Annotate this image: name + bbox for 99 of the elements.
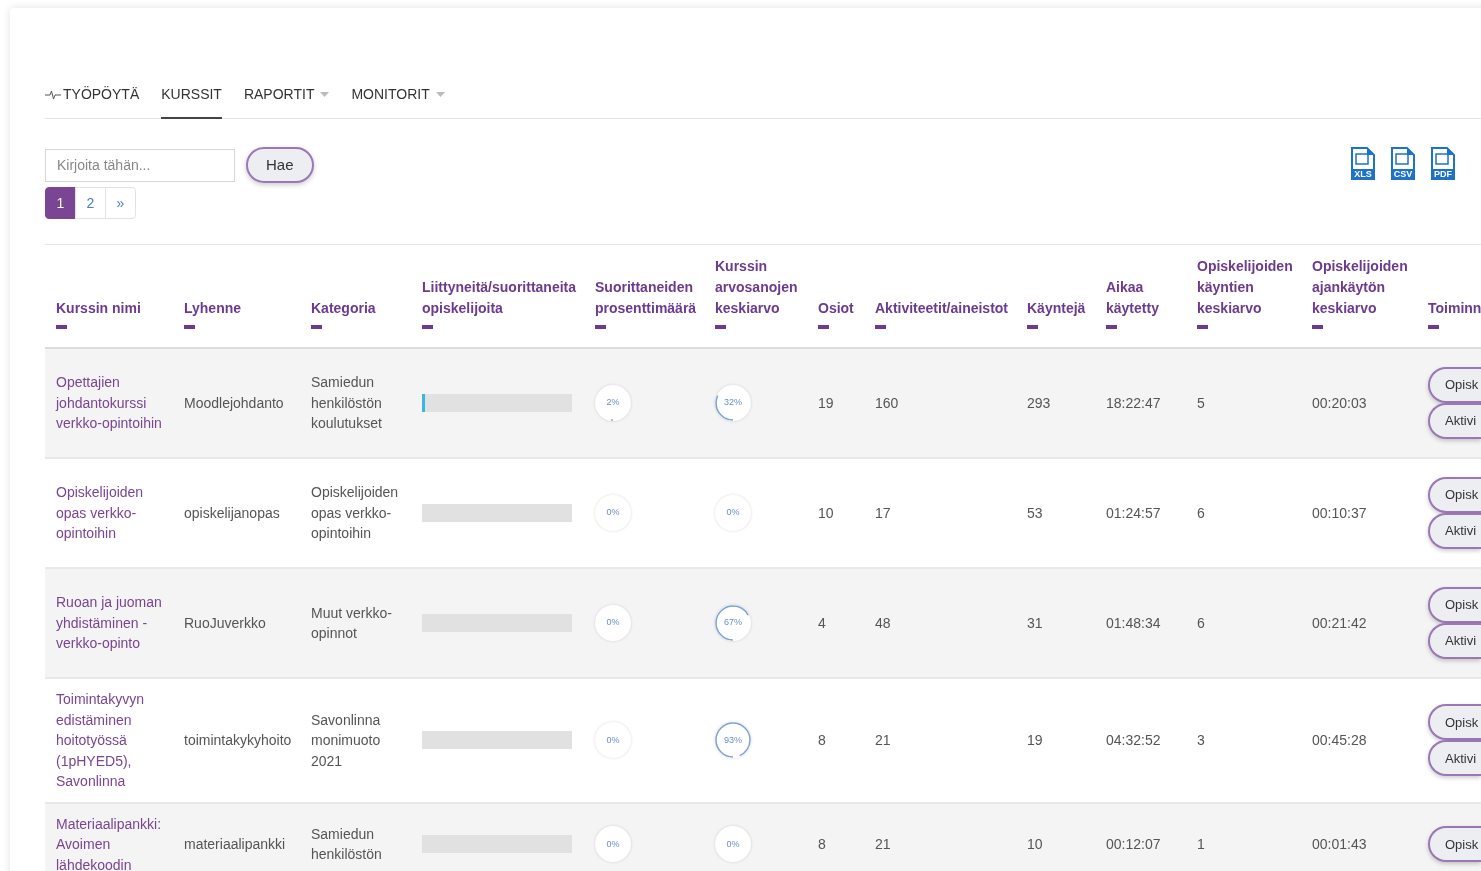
- table-cell-text: 1: [1197, 835, 1205, 854]
- course-link[interactable]: Materiaalipankki: Avoimen lähdekoodin: [56, 813, 167, 871]
- column-header[interactable]: Kurssin arvosanojen keskiarvo: [715, 256, 807, 319]
- column-header[interactable]: Opiskelijoiden käyntien keskiarvo: [1197, 256, 1301, 319]
- table-cell-text: Samiedun henkilöstön: [311, 824, 383, 865]
- sort-icon[interactable]: [422, 325, 433, 329]
- column-header[interactable]: Kurssin nimi: [56, 298, 173, 319]
- table-cell-text: opiskelijanopas: [184, 503, 280, 523]
- column-header[interactable]: Aikaa käytetty: [1106, 277, 1186, 319]
- file-export-icon[interactable]: XLS: [1350, 147, 1376, 181]
- table-cell-text: 3: [1197, 731, 1205, 750]
- column-header[interactable]: Aktiviteetit/aineistot: [875, 298, 1016, 319]
- progress-circle: 32%: [715, 385, 751, 421]
- sort-icon[interactable]: [875, 325, 886, 329]
- table-cell-text: 6: [1197, 613, 1205, 633]
- search-field[interactable]: Kirjoita tähän...: [45, 148, 235, 182]
- nav-tab[interactable]: TYÖPÖYTÄ: [45, 84, 140, 119]
- pulse-icon: [45, 88, 61, 101]
- column-header[interactable]: Opiskelijoiden ajankäytön keskiarvo: [1312, 256, 1417, 319]
- table-cell-text: 21: [875, 731, 891, 750]
- table-cell-text: 10: [1027, 835, 1043, 854]
- progress-circle: 2%: [595, 385, 631, 421]
- sort-icon[interactable]: [818, 325, 829, 329]
- table-cell-text: 5: [1197, 393, 1205, 413]
- table-cell-text: 8: [818, 835, 826, 854]
- sort-icon[interactable]: [1027, 325, 1038, 329]
- search-button[interactable]: Hae: [246, 147, 314, 183]
- table-cell-text: 00:45:28: [1312, 731, 1367, 750]
- table-cell-text: 4: [818, 613, 826, 633]
- sort-icon[interactable]: [1428, 325, 1439, 329]
- sort-icon[interactable]: [311, 325, 322, 329]
- table-cell-text: 18:22:47: [1106, 393, 1161, 413]
- table-cell-text: 19: [818, 393, 834, 413]
- action-button[interactable]: Aktivi: [1428, 513, 1481, 549]
- column-header[interactable]: Käyntejä: [1027, 298, 1095, 319]
- nav-tab[interactable]: KURSSIT: [161, 84, 222, 119]
- action-button[interactable]: Opisk: [1428, 826, 1481, 863]
- course-link[interactable]: Ruoan ja juoman yhdistäminen - verkko-opinto: [56, 592, 167, 654]
- nav-tab[interactable]: RAPORTIT: [243, 84, 330, 119]
- column-header[interactable]: Osiot: [818, 298, 864, 319]
- file-export-icon[interactable]: PDF: [1430, 147, 1456, 181]
- table-cell-text: 21: [875, 835, 891, 854]
- table-cell-text: 00:01:43: [1312, 835, 1367, 854]
- table-cell-text: RuoJuverkko: [184, 613, 266, 633]
- table-cell-text: 17: [875, 503, 891, 523]
- table-cell-text: 10: [818, 503, 834, 523]
- sort-icon[interactable]: [56, 325, 67, 329]
- page-button[interactable]: »: [105, 187, 136, 219]
- table-cell-text: 8: [818, 731, 826, 750]
- column-header[interactable]: Suorittaneiden prosenttimäärä: [595, 277, 704, 319]
- table-cell-text: 6: [1197, 503, 1205, 523]
- sort-icon[interactable]: [184, 325, 195, 329]
- table-cell-text: Moodlejohdanto: [184, 393, 284, 413]
- table-cell-text: 19: [1027, 731, 1043, 750]
- table-cell-text: 01:48:34: [1106, 613, 1161, 633]
- action-button[interactable]: Opisk: [1428, 477, 1481, 513]
- sort-icon[interactable]: [595, 325, 606, 329]
- column-header[interactable]: Liittyneitä/suorittaneita opiskelijoita: [422, 277, 584, 319]
- table-cell-text: Samiedun henkilöstön koulutukset: [311, 373, 383, 434]
- action-button[interactable]: Aktivi: [1428, 623, 1481, 659]
- table-cell-text: 00:12:07: [1106, 835, 1161, 854]
- table-cell-text: 31: [1027, 613, 1043, 633]
- caret-icon: [320, 92, 330, 97]
- nav-tab[interactable]: MONITORIT: [351, 84, 445, 119]
- table-cell-text: 53: [1027, 503, 1043, 523]
- action-button[interactable]: Aktivi: [1428, 403, 1481, 439]
- course-link[interactable]: Opettajien johdantokurssi verkko-opintoihin: [56, 372, 167, 434]
- table-cell-text: 01:24:57: [1106, 503, 1161, 523]
- table-cell-text: 04:32:52: [1106, 731, 1161, 750]
- sort-icon[interactable]: [1106, 325, 1117, 329]
- progress-circle: 93%: [715, 722, 751, 759]
- table-cell-text: 160: [875, 393, 899, 413]
- column-header[interactable]: Lyhenne: [184, 298, 300, 319]
- sort-icon[interactable]: [715, 325, 726, 329]
- table-cell-text: 00:21:42: [1312, 613, 1367, 633]
- caret-icon: [435, 92, 445, 97]
- column-header[interactable]: Kategoria: [311, 298, 411, 319]
- action-button[interactable]: Aktivi: [1428, 740, 1481, 777]
- action-button[interactable]: Opisk: [1428, 367, 1481, 403]
- table-cell-text: Opiskelijoiden opas verkko-opintoihin: [311, 483, 400, 544]
- sort-icon[interactable]: [1312, 325, 1323, 329]
- table-cell-text: 48: [875, 613, 891, 633]
- table-cell-text: materiaalipankki: [184, 835, 286, 854]
- table-cell-text: 00:10:37: [1312, 503, 1367, 523]
- action-button[interactable]: Opisk: [1428, 587, 1481, 623]
- progress-circle: 67%: [715, 605, 751, 641]
- action-button[interactable]: Opisk: [1428, 704, 1481, 741]
- table-cell-text: Savonlinna monimuoto 2021: [311, 710, 382, 771]
- table-cell-text: Muut verkko-opinnot: [311, 603, 393, 643]
- page-button[interactable]: 1: [45, 187, 76, 219]
- course-link[interactable]: Toimintakyvyn edistäminen hoitotyössä (1pHYED5), Savonlinna: [56, 689, 167, 792]
- course-link[interactable]: Opiskelijoiden opas verkko-opintoihin: [56, 482, 167, 544]
- page-button[interactable]: 2: [75, 187, 106, 219]
- column-header[interactable]: Toiminn: [1428, 298, 1481, 319]
- file-export-icon[interactable]: CSV: [1390, 147, 1416, 181]
- table-cell-text: toimintakykyhoito: [184, 731, 292, 750]
- table-cell-text: 00:20:03: [1312, 393, 1367, 413]
- sort-icon[interactable]: [1197, 325, 1208, 329]
- table-cell-text: 293: [1027, 393, 1051, 413]
